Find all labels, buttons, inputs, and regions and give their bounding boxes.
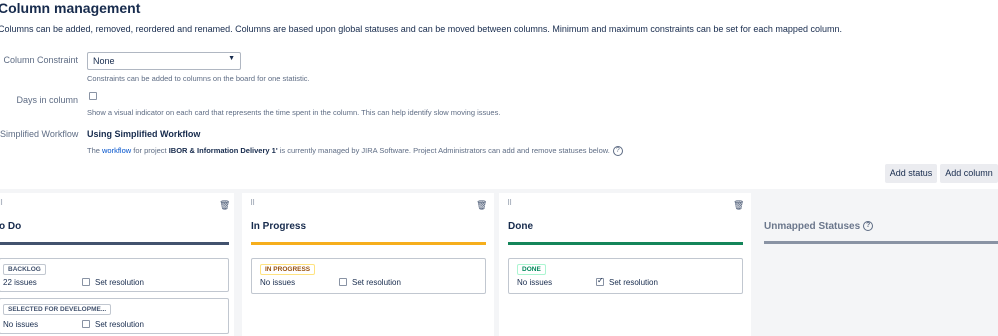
drag-handle-icon[interactable]: ⠿ <box>0 199 3 207</box>
issue-count: No issues <box>3 320 39 329</box>
column-constraint-select[interactable]: None ▼ <box>87 52 241 70</box>
set-resolution-checkbox[interactable] <box>82 278 90 286</box>
page-title: Column management <box>0 0 141 16</box>
column-color-bar <box>0 242 229 245</box>
issue-count: No issues <box>260 278 296 287</box>
project-name: IBOR & Information Delivery 1' <box>168 146 278 155</box>
column-constraint-label: Column Constraint <box>3 55 78 65</box>
status-card-selected-for-development[interactable]: SELECTED FOR DEVELOPME... No issues Set … <box>0 298 229 334</box>
column-constraint-value: None <box>93 56 115 66</box>
set-resolution-checkbox[interactable] <box>596 276 604 286</box>
column-color-bar <box>251 242 486 245</box>
simplified-workflow-value: Using Simplified Workflow <box>87 129 201 139</box>
days-in-column-checkbox[interactable] <box>89 92 97 100</box>
column-done[interactable]: ⠿ 🗑 Done DONE No issues Set resolution <box>499 193 751 336</box>
question-circle-icon[interactable]: ? <box>612 146 623 157</box>
dropdown-caret-icon: ▼ <box>228 55 235 62</box>
status-lozenge: BACKLOG <box>3 264 46 275</box>
status-card-backlog[interactable]: BACKLOG 22 issues Set resolution <box>0 258 229 292</box>
set-resolution-label: Set resolution <box>609 278 658 287</box>
status-lozenge: SELECTED FOR DEVELOPME... <box>3 304 112 315</box>
issue-count: No issues <box>517 278 553 287</box>
unmapped-statuses-label: Unmapped Statuses <box>764 221 861 232</box>
days-in-column-help: Show a visual indicator on each card tha… <box>87 108 501 117</box>
status-lozenge: DONE <box>517 264 546 275</box>
column-color-bar <box>508 242 743 245</box>
column-in-progress[interactable]: ⠿ 🗑 In Progress IN PROGRESS No issues Se… <box>242 193 494 336</box>
simplified-workflow-label: Simplified Workflow <box>0 129 79 139</box>
days-in-column-label: Days in column <box>16 95 78 105</box>
page-description: Columns can be added, removed, reordered… <box>0 24 842 34</box>
set-resolution-label: Set resolution <box>95 320 144 329</box>
set-resolution-checkbox[interactable] <box>82 320 90 328</box>
question-circle-icon[interactable]: ? <box>863 221 874 232</box>
set-resolution-label: Set resolution <box>352 278 401 287</box>
trash-icon[interactable]: 🗑 <box>476 200 487 211</box>
unmapped-color-bar <box>764 241 998 244</box>
unmapped-statuses-title: Unmapped Statuses? <box>764 221 874 232</box>
workflow-link[interactable]: workflow <box>102 146 131 155</box>
status-card-in-progress[interactable]: IN PROGRESS No issues Set resolution <box>251 258 486 294</box>
column-to-do[interactable]: ⠿ 🗑 o Do BACKLOG 22 issues Set resolutio… <box>0 193 234 336</box>
workflow-text-mid: for project <box>131 146 169 155</box>
add-column-button[interactable]: Add column <box>940 164 998 183</box>
drag-handle-icon[interactable]: ⠿ <box>507 199 512 207</box>
workflow-description: The workflow for project IBOR & Informat… <box>87 146 623 157</box>
status-lozenge: IN PROGRESS <box>260 264 316 275</box>
column-title[interactable]: Done <box>508 221 533 232</box>
trash-icon[interactable]: 🗑 <box>733 200 744 211</box>
column-title[interactable]: o Do <box>0 221 21 232</box>
drag-handle-icon[interactable]: ⠿ <box>250 199 255 207</box>
trash-icon[interactable]: 🗑 <box>219 200 230 211</box>
set-resolution-checkbox[interactable] <box>339 278 347 286</box>
status-card-done[interactable]: DONE No issues Set resolution <box>508 258 743 294</box>
workflow-text-suffix: is currently managed by JIRA Software. P… <box>277 146 610 155</box>
add-status-button[interactable]: Add status <box>885 164 937 183</box>
column-title[interactable]: In Progress <box>251 221 306 232</box>
set-resolution-label: Set resolution <box>95 278 144 287</box>
workflow-text-prefix: The <box>87 146 103 155</box>
column-constraint-help: Constraints can be added to columns on t… <box>87 74 310 83</box>
issue-count: 22 issues <box>3 278 37 287</box>
